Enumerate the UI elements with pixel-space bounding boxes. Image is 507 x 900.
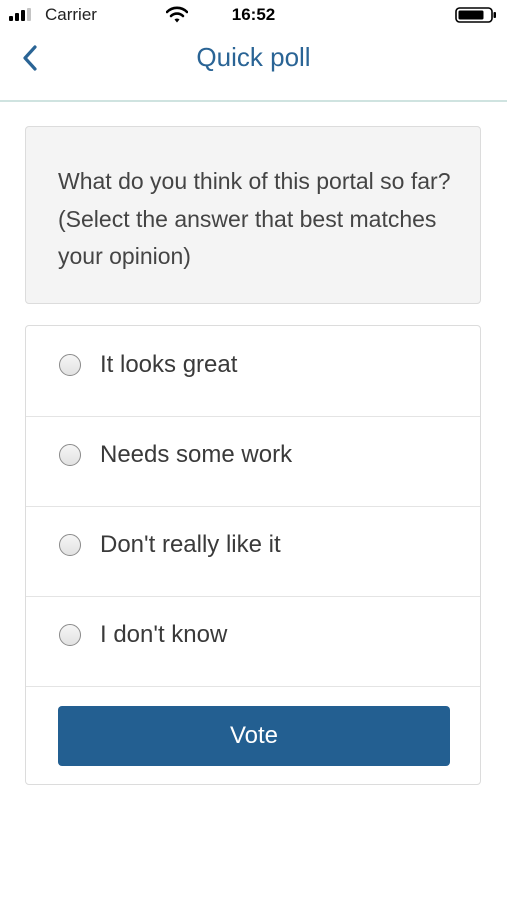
radio-button[interactable] (59, 354, 81, 376)
radio-button[interactable] (59, 444, 81, 466)
poll-option-label: Needs some work (100, 441, 293, 468)
radio-button[interactable] (59, 534, 81, 556)
page-title: Quick poll (196, 42, 311, 72)
question-card: What do you think of this portal so far?… (25, 126, 481, 304)
poll-options-card: It looks great Needs some work Don't rea… (25, 325, 481, 785)
vote-button[interactable]: Vote (58, 706, 450, 766)
clock: 16:52 (231, 5, 276, 24)
poll-option[interactable]: Don't really like it (26, 506, 480, 597)
poll-option-label: Don't really like it (100, 531, 281, 558)
poll-option[interactable]: It looks great (26, 326, 480, 417)
status-bar: Carrier 16:52 (0, 0, 507, 30)
radio-button[interactable] (59, 624, 81, 646)
poll-question: What do you think of this portal so far?… (58, 168, 451, 269)
poll-option-label: It looks great (100, 351, 238, 378)
poll-option[interactable]: I don't know (26, 596, 480, 687)
poll-option[interactable]: Needs some work (26, 416, 480, 507)
poll-option-label: I don't know (100, 621, 228, 648)
battery-icon (455, 7, 496, 23)
nav-bar: Quick poll (0, 30, 507, 102)
